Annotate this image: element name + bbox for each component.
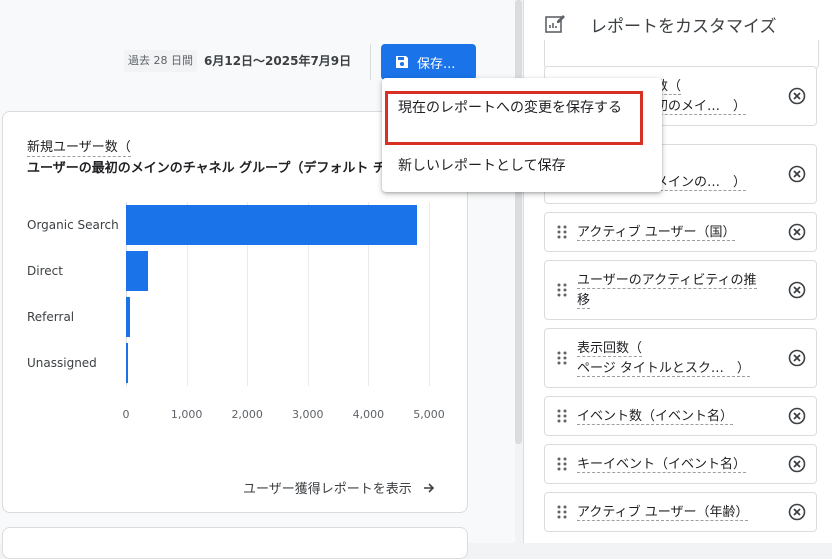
panel-top-card — [544, 40, 819, 69]
category-label: Organic Search — [27, 218, 119, 232]
panel-card-label: 数（ 初のメイ… ） — [655, 77, 774, 117]
remove-card-icon[interactable] — [788, 349, 806, 367]
panel-card-label: 表示回数（ ページ タイトルとスク… ） — [577, 339, 774, 379]
panel-card-line2: メインの… ） — [655, 175, 747, 191]
x-tick-label: 1,000 — [170, 408, 203, 421]
chart-title-line2: ユーザーの最初のメインのチャネル グループ（デフォルト チャネル グループ）） — [27, 161, 387, 176]
remove-card-icon[interactable] — [788, 223, 806, 241]
bar-referral[interactable] — [126, 297, 131, 337]
drag-handle-icon[interactable] — [557, 457, 567, 471]
remove-card-icon[interactable] — [788, 455, 806, 473]
highlight-box — [385, 91, 643, 145]
category-label: Unassigned — [27, 356, 97, 370]
menu-item-save-current[interactable]: 現在のレポートへの変更を保存する — [382, 86, 662, 145]
view-acquisition-report-link[interactable]: ユーザー獲得レポートを表示 — [243, 478, 436, 497]
panel-card-label: キーイベント（イベント名） — [577, 455, 774, 475]
date-range-label: 過去 28 日間 — [124, 50, 197, 72]
save-icon — [396, 56, 408, 68]
remove-card-icon[interactable] — [788, 87, 806, 105]
panel-card-label: アクティブ ユーザー（年齢） — [577, 503, 774, 523]
x-tick-label: 3,000 — [292, 408, 324, 421]
panel-card-label: アクティブ ユーザー（国） — [577, 223, 774, 243]
panel-card-line1: キーイベント（イベント名） — [577, 457, 747, 473]
remove-card-icon[interactable] — [788, 281, 806, 299]
panel-card[interactable]: アクティブ ユーザー（年齢） — [544, 492, 817, 532]
panel-card[interactable]: 表示回数（ ページ タイトルとスク… ） — [544, 328, 817, 388]
panel-card-label: ユーザーのアクティビティの推移 — [577, 271, 774, 311]
view-link-label: ユーザー獲得レポートを表示 — [243, 482, 412, 497]
remove-card-icon[interactable] — [788, 165, 806, 183]
panel-card-line2: 初のメイ… ） — [655, 99, 747, 115]
bar-organic-search[interactable] — [126, 205, 417, 245]
x-tick-label: 4,000 — [352, 408, 385, 421]
chart-title-line1[interactable]: 新規ユーザー数（ — [27, 136, 131, 157]
panel-card-line1: 表示回数（ — [577, 341, 643, 357]
drag-handle-icon[interactable] — [557, 505, 567, 519]
date-range-value[interactable]: 6月12日〜2025年7月9日 — [204, 52, 351, 70]
arrow-right-icon — [423, 482, 434, 493]
panel-card-line2: 移 — [577, 293, 591, 309]
next-card — [2, 527, 468, 559]
menu-item-save-as-new-label: 新しいレポートとして保存 — [398, 158, 566, 174]
drag-handle-icon[interactable] — [557, 409, 567, 423]
gridline — [429, 202, 430, 386]
panel-card-line1: アクティブ ユーザー（国） — [577, 225, 736, 241]
drag-handle-icon[interactable] — [557, 283, 567, 297]
panel-card-line2: ページ タイトルとスク… ） — [577, 361, 750, 377]
edit-report-icon — [545, 15, 565, 33]
panel-card-line1: アクティブ ユーザー（年齢） — [577, 505, 749, 521]
panel-card-label: イベント数（イベント名） — [577, 407, 774, 427]
save-button-label: 保存... — [417, 56, 456, 72]
remove-card-icon[interactable] — [788, 503, 806, 521]
bar-unassigned[interactable] — [126, 343, 128, 383]
scrollbar-thumb[interactable] — [515, 0, 522, 444]
panel-card[interactable]: アクティブ ユーザー（国） — [544, 212, 817, 252]
x-tick-label: 2,000 — [231, 408, 263, 421]
drag-handle-icon[interactable] — [557, 351, 567, 365]
x-tick-label: 5,000 — [413, 408, 445, 421]
category-label: Direct — [27, 264, 63, 278]
panel-card[interactable]: キーイベント（イベント名） — [544, 444, 817, 484]
bar-direct[interactable] — [126, 251, 149, 291]
panel-card-label: メインの… ） — [655, 173, 774, 193]
category-label: Referral — [27, 310, 75, 324]
panel-card-line1: イベント数（イベント名） — [577, 409, 734, 425]
panel-card[interactable]: ユーザーのアクティビティの推移 — [544, 260, 817, 320]
toolbar-divider — [370, 44, 371, 80]
x-tick-label: 0 — [122, 408, 130, 421]
save-menu: 現在のレポートへの変更を保存する 新しいレポートとして保存 — [382, 78, 662, 192]
menu-item-save-as-new[interactable]: 新しいレポートとして保存 — [382, 146, 662, 186]
remove-card-icon[interactable] — [788, 407, 806, 425]
panel-card-line1: ユーザーのアクティビティの推 — [577, 273, 757, 289]
panel-card[interactable]: イベント数（イベント名） — [544, 396, 817, 436]
drag-handle-icon[interactable] — [557, 225, 567, 239]
panel-title: レポートをカスタマイズ — [590, 17, 777, 37]
save-button[interactable]: 保存... — [381, 44, 476, 80]
